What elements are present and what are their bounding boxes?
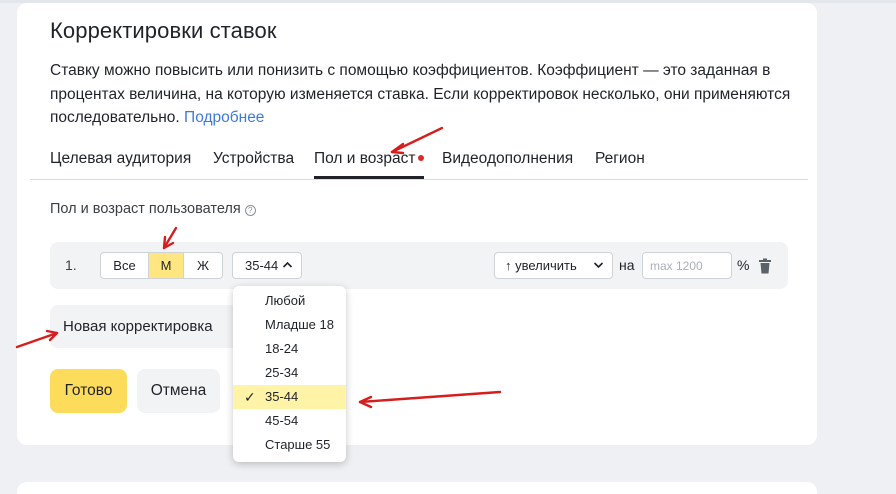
age-select[interactable]: 35-44 [232,252,302,279]
age-option[interactable]: 25-34 [233,361,346,385]
gender-male-button[interactable]: М [149,253,184,278]
page-title: Корректировки ставок [50,18,277,43]
tab-devices[interactable]: Устройства [213,150,294,168]
chevron-up-icon [282,255,293,285]
tab-gender-age-label: Пол и возраст [314,150,416,167]
new-correction-button[interactable]: Новая корректировка [50,305,240,348]
done-button[interactable]: Готово [50,369,127,413]
tab-bar: Целевая аудитория Устройства Пол и возра… [30,145,808,180]
question-circle-icon[interactable]: ? [244,205,256,216]
tab-target-audience[interactable]: Целевая аудитория [50,150,191,168]
age-option[interactable]: 45-54 [233,409,346,433]
age-option[interactable]: 18-24 [233,337,346,361]
direction-select[interactable]: ↑ увеличить [494,252,613,279]
tab-gender-age[interactable]: Пол и возраст [314,150,425,179]
description-text: Ставку можно повысить или понизить с пом… [50,62,791,126]
trash-icon[interactable] [758,258,772,274]
age-option[interactable]: Младше 18 [233,313,346,337]
more-link[interactable]: Подробнее [184,109,264,126]
next-card [17,482,817,494]
cancel-button[interactable]: Отмена [137,369,220,413]
gender-female-button[interactable]: Ж [184,253,222,278]
tab-video-extensions[interactable]: Видеодополнения [442,150,573,168]
page-description: Ставку можно повысить или понизить с пом… [50,59,800,130]
section-label: Пол и возраст пользователя? [50,201,256,217]
row-number: 1. [65,257,77,273]
age-option-selected-label: 35-44 [265,389,299,404]
percent-sign: % [737,257,750,273]
tab-region[interactable]: Регион [595,150,645,168]
adjustment-row: 1. Все М Ж 35-44 ↑ увеличить на % [50,242,788,289]
check-icon: ✓ [244,389,256,405]
section-label-text: Пол и возраст пользователя [50,201,241,217]
age-select-value: 35-44 [245,258,279,273]
chevron-down-icon [593,253,604,286]
age-dropdown-menu: Любой Младше 18 18-24 25-34 ✓ 35-44 45-54… [233,286,346,462]
age-option[interactable]: Старше 55 [233,433,346,457]
age-option-selected[interactable]: ✓ 35-44 [233,385,346,409]
na-label: на [619,257,635,273]
gender-segmented-control: Все М Ж [100,252,223,279]
unsaved-dot-icon [418,155,425,161]
percent-input[interactable] [642,252,732,279]
age-option[interactable]: Любой [233,289,346,313]
direction-select-value: ↑ увеличить [505,258,577,273]
gender-all-button[interactable]: Все [101,253,149,278]
